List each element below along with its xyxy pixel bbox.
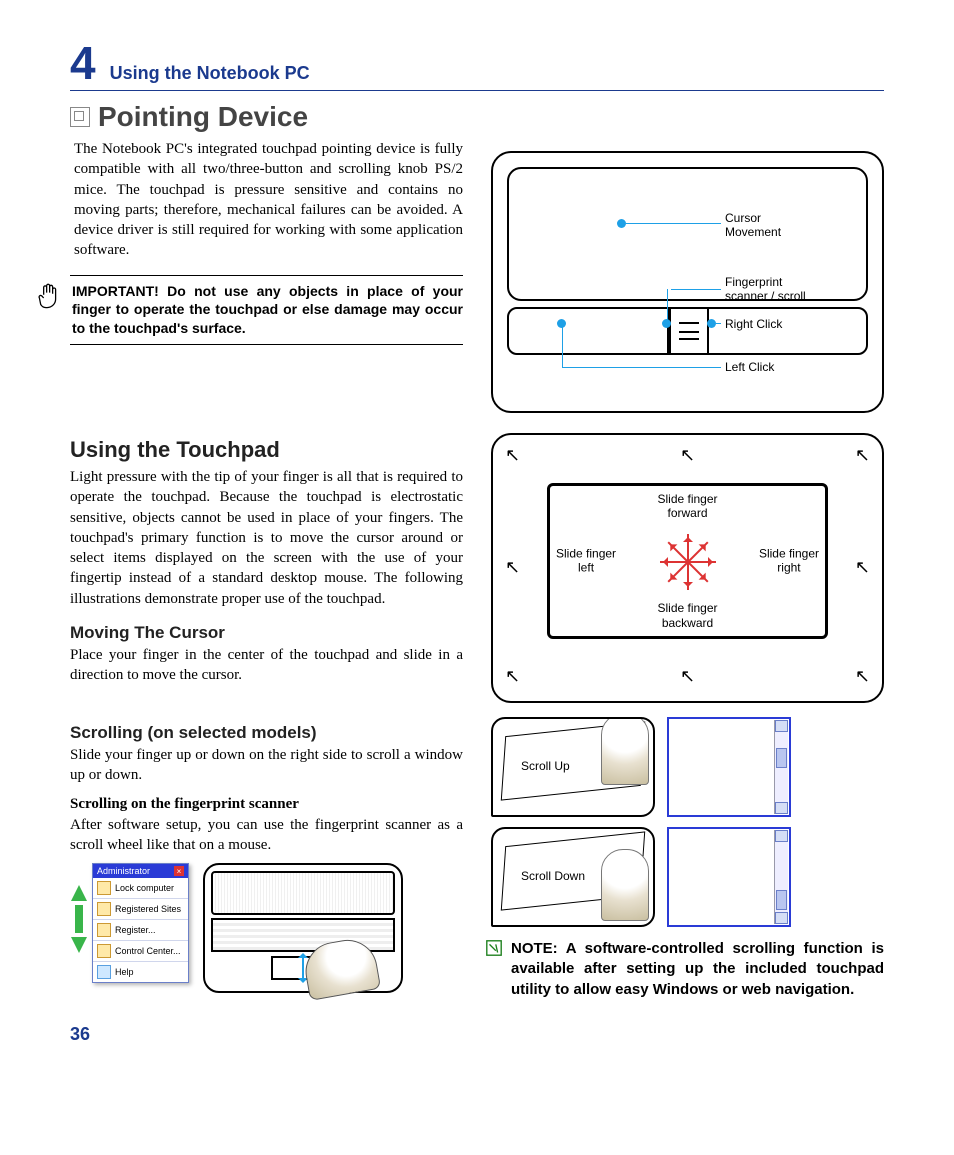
note-callout: NOTE: A software-controlled scrolling fu… [491,939,884,1000]
section-icon [70,107,90,127]
fp-menu-label: Registered Sites [115,904,181,914]
cursor-icon: ↖︎ [855,666,870,687]
label-scroll-up: Scroll Up [521,759,570,773]
fp-menu-item: Register... [93,920,188,941]
scroll-window-down [667,827,791,927]
touchpad-diagram: Cursor Movement Fingerprint scanner / sc… [491,151,884,413]
fingerprint-menu: Administrator × Lock computer Registered… [92,863,189,983]
label-slide-backward: Slide finger backward [657,601,717,630]
scroll-down-pad: Scroll Down [491,827,655,927]
fp-menu-item: Lock computer [93,878,188,899]
fp-menu-item: Help [93,962,188,982]
cursor-icon: ↖︎ [505,557,520,578]
important-text: IMPORTANT! Do not use any objects in pla… [72,282,463,339]
finger-icon [601,717,649,785]
fp-menu-label: Help [115,967,134,977]
direction-arrows-icon [658,531,718,591]
note-icon [485,939,503,957]
scroll-window-up [667,717,791,817]
important-callout: IMPORTANT! Do not use any objects in pla… [70,275,463,346]
cursor-icon: ↖︎ [680,666,695,687]
page-number: 36 [70,1024,884,1045]
fp-menu-item: Registered Sites [93,899,188,920]
label-right-click: Right Click [725,317,782,331]
cursor-icon: ↖︎ [505,666,520,687]
moving-cursor-paragraph: Place your finger in the center of the t… [70,645,463,686]
fp-menu-item: Control Center... [93,941,188,962]
slide-finger-diagram: ↖︎ ↖︎ ↖︎ ↖︎ ↖︎ ↖︎ ↖︎ ↖︎ [491,433,884,703]
label-scroll-down: Scroll Down [521,869,585,883]
touchpad-paragraph: Light pressure with the tip of your fing… [70,467,463,609]
menu-item-icon [97,902,111,916]
chapter-number: 4 [70,40,96,86]
label-slide-left: Slide finger left [556,547,616,576]
heading-moving-cursor: Moving The Cursor [70,623,463,643]
cursor-icon: ↖︎ [505,445,520,466]
page-title: Pointing Device [70,101,884,133]
finger-icon [601,849,649,921]
label-left-click: Left Click [725,360,774,374]
menu-item-icon [97,944,111,958]
chapter-header: 4 Using the Notebook PC [70,40,884,91]
laptop-sketch [203,863,403,993]
scrolling-paragraph: Slide your finger up or down on the righ… [70,745,463,786]
cursor-icon: ↖︎ [680,445,695,466]
heading-fp-scrolling: Scrolling on the fingerprint scanner [70,796,463,813]
heading-scrolling: Scrolling (on selected models) [70,723,463,743]
cursor-icon: ↖︎ [855,445,870,466]
fp-menu-label: Register... [115,925,156,935]
stop-hand-icon [36,282,62,339]
h1-text: Pointing Device [98,101,308,133]
menu-item-icon [97,923,111,937]
label-cursor-movement: Cursor Movement [725,211,781,240]
fp-menu-title: Administrator [97,866,150,876]
fp-scrolling-paragraph: After software setup, you can use the fi… [70,815,463,856]
menu-item-icon [97,881,111,895]
heading-using-touchpad: Using the Touchpad [70,437,463,463]
scroll-up-pad: Scroll Up [491,717,655,817]
help-icon [97,965,111,979]
label-fingerprint-scanner: Fingerprint scanner / scroll [725,275,806,304]
scroll-diagram-group: Scroll Up Scroll Down [491,717,884,927]
cursor-icon: ↖︎ [855,557,870,578]
chapter-title: Using the Notebook PC [110,63,310,84]
label-slide-right: Slide finger right [759,547,819,576]
intro-paragraph: The Notebook PC's integrated touchpad po… [74,139,463,261]
fp-menu-label: Control Center... [115,946,181,956]
fp-menu-label: Lock computer [115,883,174,893]
note-text: NOTE: A software-controlled scrolling fu… [511,939,884,1000]
label-slide-forward: Slide finger forward [657,492,717,521]
close-icon: × [174,866,184,876]
green-scroll-arrows-icon [70,881,88,961]
